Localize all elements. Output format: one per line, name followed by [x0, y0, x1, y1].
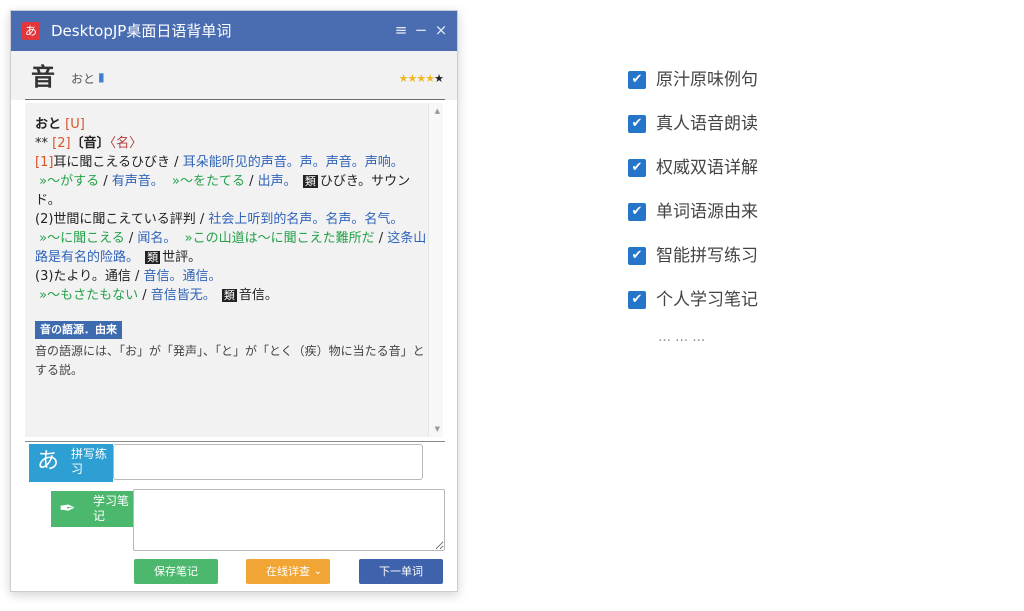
- example-sep: /: [124, 231, 138, 246]
- entry-stars-prefix: **: [35, 136, 53, 151]
- scroll-up-icon[interactable]: ▲: [435, 107, 440, 115]
- spell-practice-badge: あ 拼写练习: [29, 444, 113, 482]
- definition-panel: おと [U] ** [2]〔音〕〈名〉 [1]耳に聞こえるひびき / 耳朵能听见…: [25, 103, 443, 437]
- next-word-button[interactable]: 下一单词: [359, 559, 443, 584]
- sense-jp: 耳に聞こえるひびき /: [53, 155, 183, 170]
- scrollbar[interactable]: ▲ ▼: [428, 103, 443, 437]
- headword: 音: [31, 63, 55, 91]
- example-sep: /: [138, 288, 151, 303]
- study-note-field[interactable]: [133, 489, 445, 551]
- example-jp: »～もさたもない: [39, 288, 139, 303]
- example-jp: »この山道は～に聞こえた難所だ: [184, 231, 375, 246]
- entry-kana: おと: [35, 117, 62, 132]
- feature-more-ellipsis: … … …: [658, 330, 706, 345]
- sense-cn: 音信。通信。: [143, 269, 222, 284]
- online-lookup-button[interactable]: 在线详查 ⌄: [246, 559, 330, 584]
- save-note-button[interactable]: 保存笔记: [134, 559, 218, 584]
- related-text: 世評。: [162, 250, 202, 265]
- chevron-down-icon[interactable]: ⌄: [314, 559, 322, 584]
- sense-cn: 社会上听到的名声。名声。名气。: [208, 212, 404, 227]
- checkbox-checked-icon: ✔: [628, 115, 646, 133]
- checkbox-checked-icon: ✔: [628, 247, 646, 265]
- panel-divider: [25, 441, 445, 442]
- feature-label: 权威双语详解: [656, 158, 758, 178]
- spell-practice-label: 拼写练习: [71, 447, 108, 476]
- title-bar[interactable]: あ DesktopJP桌面日语背单词 ≡ − ×: [11, 11, 457, 51]
- sense-cn: 耳朵能听见的声音。声。声音。声响。: [182, 155, 404, 170]
- star-icon: ★: [416, 72, 426, 85]
- example-jp: »～をたてる: [172, 174, 246, 189]
- feature-label: 原汁原味例句: [656, 70, 758, 90]
- example-sep: /: [245, 174, 258, 189]
- spell-input[interactable]: [113, 444, 423, 480]
- scroll-down-icon[interactable]: ▼: [435, 425, 440, 433]
- star-icon: ★: [425, 72, 435, 85]
- speaker-icon[interactable]: ▮: [98, 70, 105, 84]
- app-logo-icon: あ: [22, 22, 40, 40]
- header-divider: [25, 99, 445, 100]
- online-lookup-label: 在线详查: [266, 565, 310, 578]
- feature-label: 智能拼写练习: [656, 246, 758, 266]
- example-cn: 闻名。: [137, 231, 177, 246]
- example-cn: 音信皆无。: [150, 288, 216, 303]
- entry-tag: [U]: [65, 117, 85, 132]
- checkbox-checked-icon: ✔: [628, 291, 646, 309]
- checkbox-checked-icon: ✔: [628, 203, 646, 221]
- feature-label: 个人学习笔记: [656, 290, 758, 310]
- study-note-label: 学习笔记: [93, 494, 130, 523]
- entry-pos: 〈名〉: [109, 136, 143, 151]
- definition-entry: おと [U] ** [2]〔音〕〈名〉 [1]耳に聞こえるひびき / 耳朵能听见…: [35, 115, 427, 380]
- example-sep: /: [374, 231, 388, 246]
- minimize-button[interactable]: −: [413, 19, 429, 41]
- sense-jp: (2)世間に聞こえている評判 /: [35, 212, 209, 227]
- example-jp: »～に聞こえる: [39, 231, 125, 246]
- related-badge: 類: [145, 251, 161, 264]
- feature-label: 真人语音朗读: [656, 114, 758, 134]
- example-sep: /: [99, 174, 112, 189]
- headword-reading: おと: [71, 72, 96, 86]
- study-note-badge: ✒ 学习笔记: [51, 491, 133, 527]
- entry-kanji: 〔音〕: [70, 136, 110, 151]
- kana-icon: あ: [37, 449, 60, 474]
- example-jp: »～がする: [39, 174, 100, 189]
- app-window: あ DesktopJP桌面日语背单词 ≡ − × 音 おと ▮ ★★★★★ おと…: [10, 10, 458, 592]
- related-badge: 類: [302, 175, 318, 188]
- star-icon: ★: [398, 72, 409, 85]
- sense-jp: (3)たより。通信 /: [35, 269, 144, 284]
- checkbox-checked-icon: ✔: [628, 71, 646, 89]
- menu-icon[interactable]: ≡: [393, 19, 409, 41]
- etymology-title: 音の語源．由来: [35, 321, 122, 339]
- window-title: DesktopJP桌面日语背单词: [51, 22, 232, 40]
- etymology-text: 音の語源には、「お」が「発声」、「と」が「とく（疾）物に当たる音」とする説。: [35, 344, 425, 377]
- rating-stars: ★★★★★: [398, 72, 444, 85]
- example-cn: 出声。: [257, 174, 297, 189]
- entry-level-tag: [2]: [52, 136, 71, 151]
- feature-label: 单词语源由来: [656, 202, 758, 222]
- star-empty-icon: ★: [434, 72, 444, 85]
- word-header: 音 おと ▮ ★★★★★: [11, 51, 457, 100]
- close-button[interactable]: ×: [433, 19, 449, 41]
- example-cn: 有声音。: [111, 174, 164, 189]
- related-badge: 類: [221, 289, 237, 302]
- quill-icon: ✒: [59, 496, 76, 520]
- sense-number: [1]: [35, 155, 54, 170]
- checkbox-checked-icon: ✔: [628, 159, 646, 177]
- related-text: 音信。: [238, 288, 278, 303]
